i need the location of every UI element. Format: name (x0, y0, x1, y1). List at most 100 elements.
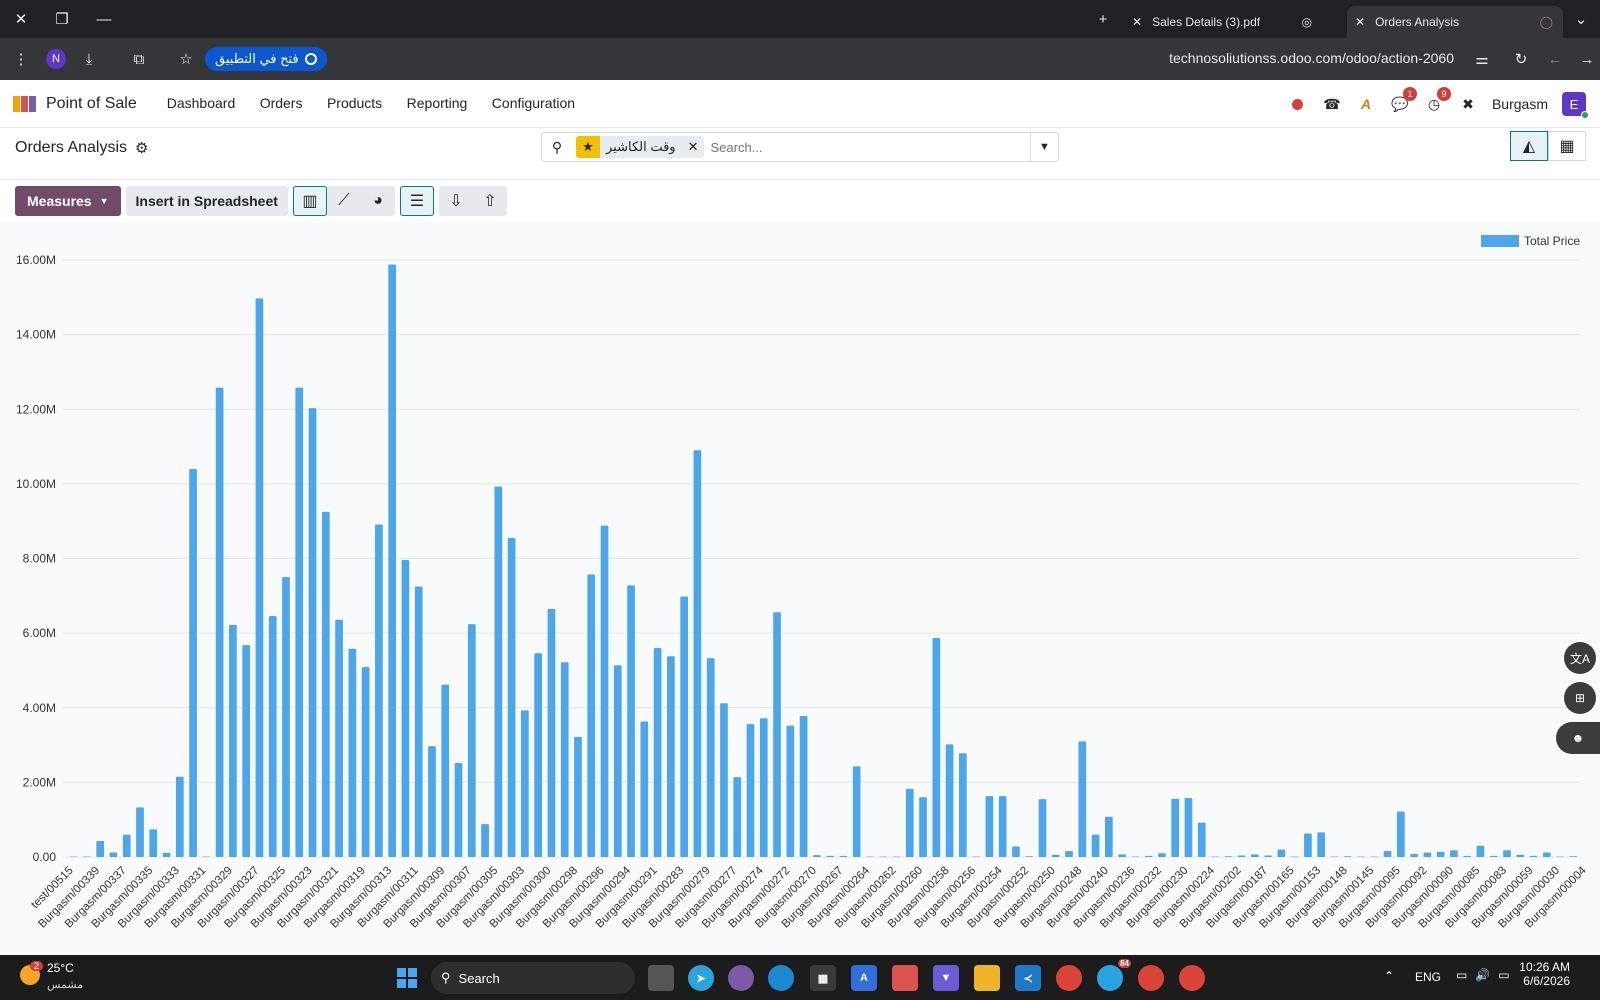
close-tab-icon[interactable]: ✕ (1132, 15, 1142, 29)
store-icon[interactable]: ▦ (810, 965, 836, 991)
chart-bar (972, 856, 980, 858)
ai-icon[interactable]: A (1356, 94, 1376, 114)
favorite-star-icon: ★ (576, 136, 600, 158)
chrome-profile-icon[interactable] (1138, 965, 1164, 991)
bookmark-star-icon[interactable]: ☆ (175, 48, 197, 70)
odoo-navbar: Point of Sale Dashboard Orders Products … (0, 80, 1600, 128)
sort-ascending-button[interactable]: ⇧ (473, 186, 507, 216)
chart-bar (1051, 854, 1060, 857)
chart-bar (919, 797, 927, 857)
app-name: Point of Sale (46, 94, 137, 112)
chart-bar (1078, 741, 1087, 857)
menu-products[interactable]: Products (327, 95, 382, 111)
translate-icon[interactable]: 文A (1564, 642, 1596, 674)
volume-icon: 🔊 (1475, 968, 1491, 982)
language-indicator[interactable]: ENG (1415, 970, 1441, 984)
chrome-active-icon[interactable] (1179, 965, 1205, 991)
menu-configuration[interactable]: Configuration (492, 95, 575, 111)
bar-chart-button[interactable]: ▥ (292, 186, 327, 216)
tab-orders-analysis[interactable]: ✕ Orders Analysis ◯ (1347, 6, 1563, 38)
app-brand[interactable]: Point of Sale (12, 94, 137, 114)
chart-bar (1569, 856, 1578, 857)
chart-bar (321, 511, 330, 857)
chart-bar (560, 662, 569, 857)
pen-app-icon[interactable]: A (851, 965, 877, 991)
tray-chevron-icon[interactable]: ⌃ (1384, 969, 1394, 983)
chart-bar (600, 525, 609, 857)
task-view-icon[interactable] (648, 965, 674, 991)
profile-avatar[interactable]: N (46, 49, 66, 69)
tab-search-chevron-icon[interactable]: ⌄ (1570, 8, 1592, 30)
chart-bar (892, 856, 901, 858)
telegram-icon[interactable]: ➤ (688, 965, 714, 991)
chart-bar (1158, 853, 1166, 857)
sort-desc-icon: ⇩ (449, 193, 463, 210)
search-input[interactable] (710, 139, 1030, 155)
tab-label: Orders Analysis (1375, 15, 1460, 29)
chrome-icon[interactable] (1056, 965, 1082, 991)
caret-down-icon: ▼ (99, 196, 109, 206)
copilot-icon[interactable] (728, 965, 754, 991)
menu-dots-icon[interactable]: ⋮ (10, 48, 32, 70)
menu-dashboard[interactable]: Dashboard (167, 95, 236, 111)
chart-bar (1476, 845, 1485, 857)
download-icon[interactable]: ⤓ (78, 48, 100, 70)
restore-window-icon[interactable]: ❐ (51, 8, 73, 30)
insert-spreadsheet-button[interactable]: Insert in Spreadsheet (125, 186, 288, 216)
record-dot-icon[interactable] (1288, 94, 1308, 114)
pie-chart-button[interactable]: ◕ (361, 186, 395, 216)
chart-bar (773, 612, 781, 857)
windows-start-icon[interactable] (394, 965, 420, 991)
pos-taskbar-icon[interactable] (892, 965, 918, 991)
telegram-icon-2[interactable]: 84 (1097, 959, 1131, 991)
pivot-view-button[interactable]: ▦ (1548, 131, 1586, 161)
chart-bar (1197, 822, 1206, 857)
close-tab-icon[interactable]: ✕ (1355, 15, 1365, 29)
forward-icon[interactable]: → (1576, 48, 1598, 70)
open-in-app-button[interactable]: فتح في التطبيق (205, 47, 327, 71)
debug-tools-icon[interactable]: ✖ (1458, 94, 1478, 114)
apps-grid-icon[interactable]: ⊞ (1564, 682, 1596, 714)
clock[interactable]: 10:26 AM 6/6/2026 (1519, 960, 1570, 988)
phone-icon[interactable]: ☎ (1322, 94, 1342, 114)
company-name[interactable]: Burgasm (1492, 96, 1548, 112)
file-explorer-icon[interactable] (974, 965, 1000, 991)
remove-facet-icon[interactable]: ✕ (682, 139, 705, 155)
edge-icon[interactable] (768, 965, 794, 991)
vpn-icon[interactable]: ▼ (933, 965, 959, 991)
site-settings-icon[interactable]: ⚌ (1471, 48, 1493, 70)
user-avatar[interactable]: E (1562, 92, 1589, 119)
url-field[interactable]: technosoliutionss.odoo.com/odoo/action-2… (1169, 50, 1454, 66)
search-options-toggle[interactable]: ▼ (1030, 133, 1058, 161)
chart-bar (428, 746, 436, 857)
gear-icon[interactable]: ⚙ (135, 139, 148, 157)
back-icon[interactable]: ← (1544, 48, 1566, 70)
minimize-window-icon[interactable]: — (93, 8, 115, 30)
vscode-icon[interactable]: ≺ (1015, 965, 1041, 991)
reload-icon[interactable]: ↻ (1510, 48, 1532, 70)
chat-icon[interactable]: 💬 1 (1390, 87, 1417, 114)
chart-bar (1556, 856, 1564, 858)
sort-descending-button[interactable]: ⇩ (439, 186, 473, 216)
chart-bar (1436, 851, 1445, 857)
close-window-icon[interactable]: ✕ (10, 8, 32, 30)
activity-clock-icon[interactable]: ◷ 9 (1424, 87, 1451, 114)
stacked-button[interactable]: ☰ (399, 186, 434, 216)
system-tray[interactable]: ▭ 🔊 ▭ (1456, 968, 1510, 982)
graph-view-button[interactable]: ◭ (1510, 131, 1548, 161)
new-tab-icon[interactable]: + (1092, 8, 1114, 30)
extensions-icon[interactable]: ⧉ (128, 48, 150, 70)
menu-orders[interactable]: Orders (260, 95, 303, 111)
chart-bar (401, 559, 410, 857)
taskbar-search[interactable]: ⚲ Search (431, 962, 635, 994)
chart-bar (1065, 851, 1073, 857)
chart-bar (759, 718, 768, 857)
chart-type-group: ▥ ⟋ ◕ (292, 186, 395, 216)
tab-sales-details[interactable]: ✕ Sales Details (3).pdf ◎ (1124, 6, 1324, 38)
chart-bar (746, 724, 755, 857)
menu-reporting[interactable]: Reporting (407, 95, 468, 111)
assistant-bot-icon[interactable]: ☻ (1556, 722, 1600, 754)
y-tick-label: 10.00M (16, 477, 56, 491)
measures-dropdown[interactable]: Measures ▼ (15, 186, 121, 216)
line-chart-button[interactable]: ⟋ (327, 186, 361, 216)
